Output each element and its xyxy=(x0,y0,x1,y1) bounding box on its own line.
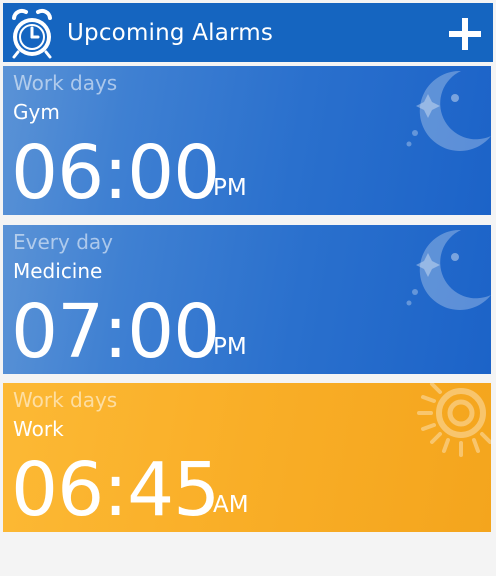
page-title: Upcoming Alarms xyxy=(67,20,274,46)
alarm-time: 06:45 xyxy=(11,447,220,532)
alarm-label: Gym xyxy=(13,100,60,124)
alarm-ampm: PM xyxy=(213,334,247,360)
add-alarm-button[interactable] xyxy=(443,12,487,56)
alarm-label: Work xyxy=(13,417,64,441)
alarm-repeat: Work days xyxy=(13,71,118,95)
alarm-card[interactable]: Work days Work 06:45 AM xyxy=(3,383,491,532)
alarm-label: Medicine xyxy=(13,259,103,283)
alarm-ampm: AM xyxy=(213,492,249,518)
sun-icon xyxy=(417,383,491,457)
plus-icon xyxy=(449,18,481,50)
alarm-clock-icon[interactable] xyxy=(6,6,58,60)
app-bar: Upcoming Alarms xyxy=(3,3,493,62)
alarm-time: 07:00 xyxy=(11,289,220,374)
alarm-card[interactable]: Every day Medicine 07:00 PM xyxy=(3,225,491,374)
alarm-ampm: PM xyxy=(213,175,247,201)
alarm-card[interactable]: Work days Gym 06:00 PM xyxy=(3,66,491,215)
alarm-time: 06:00 xyxy=(11,130,220,215)
alarm-repeat: Every day xyxy=(13,230,113,254)
alarm-repeat: Work days xyxy=(13,388,118,412)
moon-star-icon xyxy=(406,70,491,151)
moon-star-icon xyxy=(406,229,491,310)
